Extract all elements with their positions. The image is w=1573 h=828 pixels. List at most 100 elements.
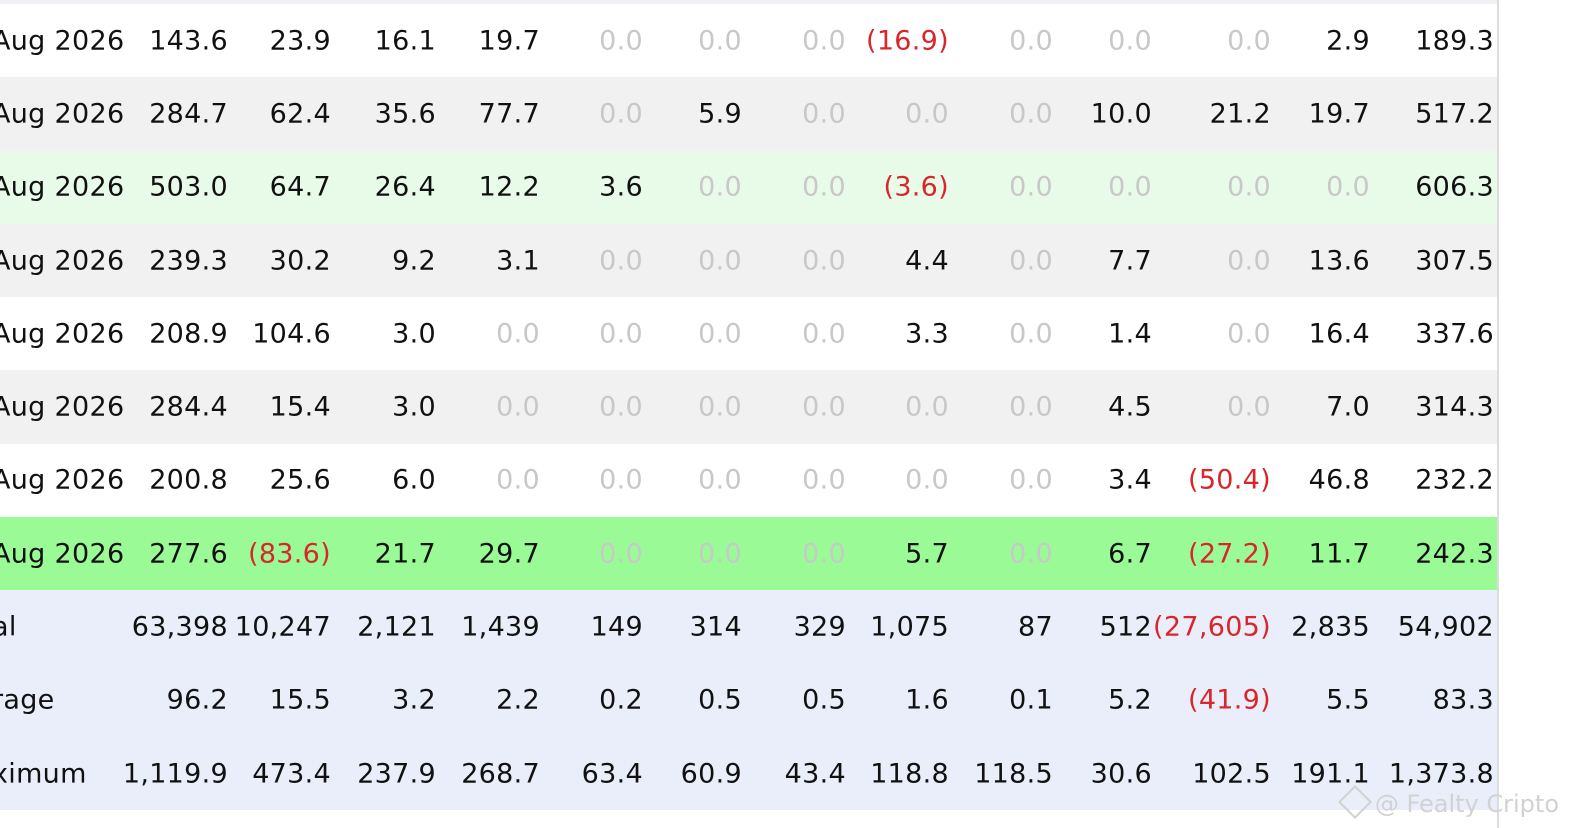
table-cell: 1,075	[870, 611, 949, 643]
table-cell: 9.2	[392, 245, 436, 277]
table-cell: 512	[1099, 611, 1152, 643]
table-cell: 0.0	[599, 245, 643, 277]
table-cell: 30.6	[1090, 758, 1152, 790]
table-cell: 606.3	[1415, 171, 1494, 203]
table-cell: 0.0	[698, 538, 742, 570]
table-cell: 0.0	[1227, 171, 1271, 203]
table-cell: 21.7	[374, 538, 436, 570]
table-cell: 0.0	[1108, 25, 1152, 57]
table-cell: 60.9	[680, 758, 742, 790]
row-label: Aug 2026	[0, 98, 125, 130]
table-cell: 11.7	[1308, 538, 1370, 570]
table-cell: 7.7	[1108, 245, 1152, 277]
table-cell: 35.6	[374, 98, 436, 130]
row-label: ximum	[0, 758, 87, 790]
table-row: Aug 2026 239.3 30.2 9.2 3.1 0.0 0.0 0.0 4.4 0.0 7.…	[0, 223, 1497, 298]
table-cell: 0.0	[1108, 171, 1152, 203]
binance-square-icon	[1337, 785, 1372, 819]
table-cell: 0.0	[599, 538, 643, 570]
table-cell: 0.0	[496, 391, 540, 423]
table-cell: 189.3	[1415, 25, 1494, 57]
table-cell: 0.0	[802, 98, 846, 130]
row-label: Aug 2026	[0, 391, 125, 423]
table-cell: 30.2	[269, 245, 331, 277]
table-cell: 1,119.9	[122, 758, 228, 790]
table-cell: 3.4	[1108, 464, 1152, 496]
table-cell: 102.5	[1192, 758, 1271, 790]
table-cell: 149	[590, 611, 643, 643]
table-cell: 12.2	[478, 171, 540, 203]
table-cell: 0.0	[599, 98, 643, 130]
table-cell: 0.0	[802, 538, 846, 570]
table-cell: 29.7	[478, 538, 540, 570]
table-cell: 2.9	[1326, 25, 1370, 57]
table-cell: 0.0	[1009, 171, 1053, 203]
row-label: Aug 2026	[0, 245, 125, 277]
table-cell: 15.4	[269, 391, 331, 423]
table-cell: 0.0	[1009, 464, 1053, 496]
row-label: Aug 2026	[0, 171, 125, 203]
table-cell: 0.0	[1326, 171, 1370, 203]
table-cell: 64.7	[269, 171, 331, 203]
table-cell: 1.4	[1108, 318, 1152, 350]
table-cell: 26.4	[374, 171, 436, 203]
table-cell: 0.0	[698, 25, 742, 57]
table-cell: 473.4	[252, 758, 331, 790]
table-cell: 0.0	[698, 245, 742, 277]
table-cell: 0.0	[496, 464, 540, 496]
table-cell: 0.0	[1227, 318, 1271, 350]
table-cell: 1,439	[461, 611, 540, 643]
table-cell: 3.0	[392, 391, 436, 423]
table-cell: 0.0	[1227, 25, 1271, 57]
table-cell: 0.2	[599, 684, 643, 716]
table-cell: 5.7	[905, 538, 949, 570]
table-row: Aug 2026 503.0 64.7 26.4 12.2 3.6 0.0 0.0 (3.6) 0…	[0, 150, 1497, 224]
table-row: Aug 2026 284.4 15.4 3.0 0.0 0.0 0.0 0.0 0.0 0.0 4.…	[0, 370, 1497, 444]
table-cell: 337.6	[1415, 318, 1494, 350]
row-label: al	[0, 611, 17, 643]
table-cell: 503.0	[149, 171, 228, 203]
table-cell: 3.6	[599, 171, 643, 203]
table-row: Aug 2026 277.6 (83.6) 21.7 29.7 0.0 0.0 0.0 5.7 0…	[0, 517, 1497, 591]
table-cell: 0.0	[905, 391, 949, 423]
table-cell: 63.4	[581, 758, 643, 790]
table-cell: 7.0	[1326, 391, 1370, 423]
table-cell: 6.0	[392, 464, 436, 496]
table-cell: 62.4	[269, 98, 331, 130]
table-cell: 0.0	[698, 464, 742, 496]
table-cell: 143.6	[149, 25, 228, 57]
table-cell: 43.4	[784, 758, 846, 790]
table-cell: 0.0	[802, 171, 846, 203]
table-cell: 0.0	[802, 25, 846, 57]
row-label: Aug 2026	[0, 318, 125, 350]
table-row: Aug 2026 143.6 23.9 16.1 19.7 0.0 0.0 0.0 (16.9)…	[0, 4, 1497, 78]
table-cell: 0.1	[1009, 684, 1053, 716]
table-cell: 3.3	[905, 318, 949, 350]
table-cell: 13.6	[1308, 245, 1370, 277]
table-cell: 0.0	[698, 391, 742, 423]
table-cell: 517.2	[1415, 98, 1494, 130]
table-cell: 0.0	[802, 391, 846, 423]
table-cell: 54,902	[1397, 611, 1494, 643]
right-edge-strip	[1497, 0, 1573, 828]
table-cell: 0.0	[1009, 318, 1053, 350]
table-cell: 5.9	[698, 98, 742, 130]
table-cell: 1.6	[905, 684, 949, 716]
table-cell: 2.2	[496, 684, 540, 716]
table-cell: 268.7	[461, 758, 540, 790]
table-cell: 19.7	[478, 25, 540, 57]
row-label: rage	[0, 684, 55, 716]
table-cell: 208.9	[149, 318, 228, 350]
table-cell: 0.0	[1009, 25, 1053, 57]
table-cell: 3.2	[392, 684, 436, 716]
table-cell: 104.6	[252, 318, 331, 350]
table-cell: 314.3	[1415, 391, 1494, 423]
table-cell: 314	[689, 611, 742, 643]
table-cell: (27,605)	[1153, 611, 1271, 643]
table-cell: (27.2)	[1188, 538, 1271, 570]
table-cell: (16.9)	[866, 25, 949, 57]
table-cell: 0.0	[599, 391, 643, 423]
row-label: Aug 2026	[0, 538, 125, 570]
table-cell: 0.0	[599, 464, 643, 496]
table-cell: 23.9	[269, 25, 331, 57]
